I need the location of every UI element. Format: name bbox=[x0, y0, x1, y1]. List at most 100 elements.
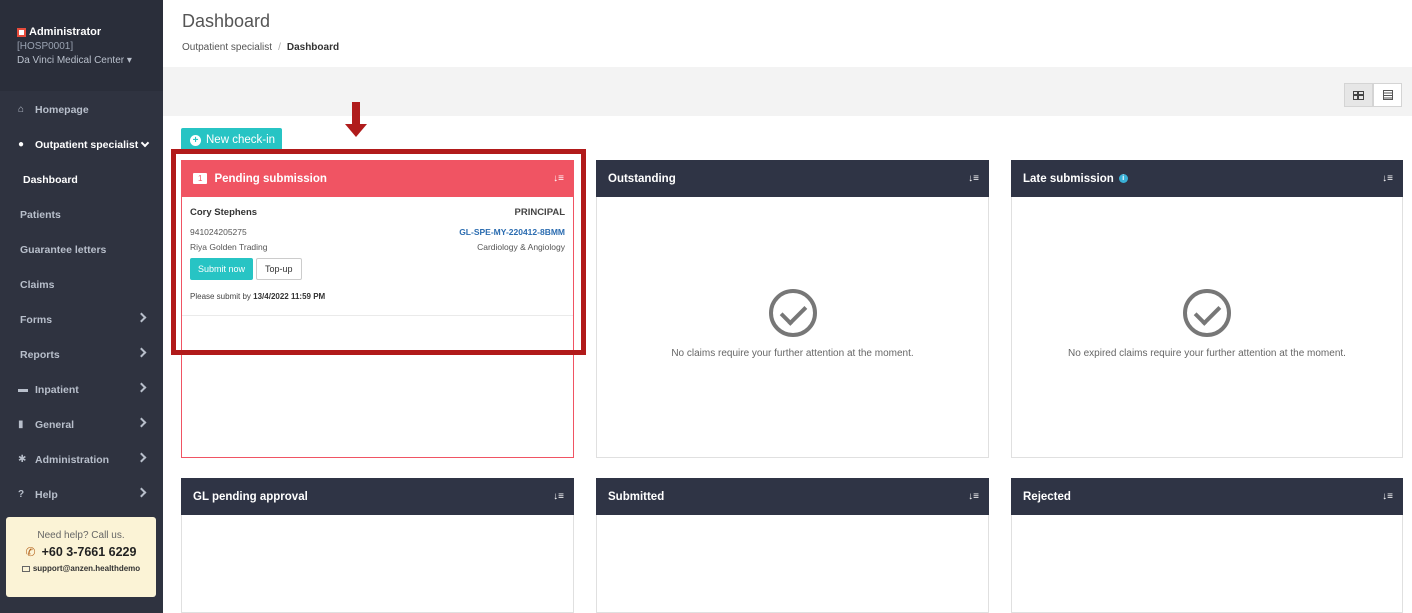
panel-title: Outstanding bbox=[608, 172, 676, 185]
panel-title: Submitted bbox=[608, 490, 665, 503]
sidebar: Administrator [HOSP0001] Da Vinci Medica… bbox=[0, 0, 163, 613]
panel-body: No claims require your further attention… bbox=[596, 197, 989, 458]
count-badge: 1 bbox=[193, 173, 208, 184]
chevron-down-icon bbox=[141, 138, 150, 147]
user-icon: ● bbox=[18, 139, 25, 150]
phone-icon: ✆ bbox=[25, 545, 36, 559]
panel-outstanding: Outstanding ↓≡ No claims require your fu… bbox=[596, 160, 989, 458]
sidebar-item-administration[interactable]: ✱ Administration bbox=[0, 442, 163, 477]
sidebar-item-label: Homepage bbox=[35, 103, 89, 116]
bed-icon: ▬ bbox=[18, 384, 28, 395]
sort-icon[interactable]: ↓≡ bbox=[968, 491, 979, 502]
sidebar-item-label: General bbox=[35, 418, 75, 431]
panel-late-submission: Late submission i ↓≡ No expired claims r… bbox=[1011, 160, 1403, 458]
sidebar-item-guarantee-letters[interactable]: Guarantee letters bbox=[0, 232, 163, 267]
info-icon[interactable]: i bbox=[1118, 174, 1128, 183]
panel-header: Submitted ↓≡ bbox=[596, 478, 989, 515]
department: Cardiology & Angiology bbox=[477, 242, 565, 252]
sidebar-item-label: Administration bbox=[35, 453, 110, 466]
sidebar-item-dashboard[interactable]: Dashboard bbox=[0, 162, 163, 197]
panel-submitted: Submitted ↓≡ bbox=[596, 478, 989, 613]
panel-header: Rejected ↓≡ bbox=[1011, 478, 1403, 515]
panel-gl-pending-approval: GL pending approval ↓≡ bbox=[181, 478, 574, 613]
breadcrumb-current: Dashboard bbox=[286, 42, 340, 53]
sort-icon[interactable]: ↓≡ bbox=[1382, 173, 1393, 184]
sidebar-item-label: Inpatient bbox=[35, 383, 79, 396]
sidebar-item-help[interactable]: ? Help bbox=[0, 477, 163, 512]
sidebar-item-label: Dashboard bbox=[23, 173, 78, 186]
user-role[interactable]: Administrator bbox=[17, 26, 163, 38]
chevron-right-icon bbox=[136, 452, 147, 463]
view-toggle bbox=[1344, 83, 1402, 107]
new-checkin-label: New check-in bbox=[206, 134, 276, 146]
breadcrumb-item[interactable]: Outpatient specialist bbox=[182, 42, 272, 53]
panel-header: GL pending approval ↓≡ bbox=[181, 478, 574, 515]
help-phone[interactable]: ✆ +60 3-7661 6229 bbox=[6, 545, 156, 559]
sort-icon[interactable]: ↓≡ bbox=[1382, 491, 1393, 502]
panel-title: GL pending approval bbox=[193, 490, 308, 503]
claim-card[interactable]: Cory Stephens PRINCIPAL 941024205275 GL-… bbox=[182, 197, 573, 316]
chevron-right-icon bbox=[136, 417, 147, 428]
help-box: Need help? Call us. ✆ +60 3-7661 6229 su… bbox=[6, 517, 156, 597]
panel-title: Rejected bbox=[1023, 490, 1071, 503]
grid-view-button[interactable] bbox=[1344, 83, 1373, 107]
top-up-button[interactable]: Top-up bbox=[256, 258, 302, 280]
submit-now-button[interactable]: Submit now bbox=[190, 258, 254, 280]
submission-deadline: Please submit by 13/4/2022 11:59 PM bbox=[190, 292, 565, 301]
sidebar-item-general[interactable]: ▮ General bbox=[0, 407, 163, 442]
help-title: Need help? Call us. bbox=[37, 530, 125, 541]
envelope-icon bbox=[21, 565, 30, 572]
sidebar-header: Administrator [HOSP0001] Da Vinci Medica… bbox=[0, 0, 163, 91]
chevron-right-icon bbox=[136, 312, 147, 323]
main-content: + New check-in 1 Pending submission ↓≡ C… bbox=[163, 102, 1412, 613]
patient-name: Cory Stephens bbox=[190, 207, 258, 218]
sidebar-item-forms[interactable]: Forms bbox=[0, 302, 163, 337]
sidebar-item-inpatient[interactable]: ▬ Inpatient bbox=[0, 372, 163, 407]
logout-icon[interactable] bbox=[17, 27, 26, 37]
chevron-right-icon bbox=[136, 347, 147, 358]
panel-body bbox=[181, 515, 574, 613]
new-checkin-button[interactable]: + New check-in bbox=[181, 128, 282, 152]
question-icon: ? bbox=[18, 489, 25, 500]
sidebar-item-outpatient-specialist[interactable]: ● Outpatient specialist bbox=[0, 127, 163, 162]
grid-icon bbox=[1353, 90, 1364, 100]
list-icon bbox=[1382, 90, 1393, 100]
plus-circle-icon: + bbox=[190, 134, 201, 146]
breadcrumb-separator: / bbox=[278, 42, 281, 53]
deadline-date: 13/4/2022 11:59 PM bbox=[253, 292, 326, 301]
gear-icon: ✱ bbox=[18, 454, 27, 465]
phone-number: +60 3-7661 6229 bbox=[41, 545, 137, 559]
center-selector[interactable]: Da Vinci Medical Center ▾ bbox=[17, 55, 163, 66]
list-view-button[interactable] bbox=[1373, 83, 1402, 107]
sidebar-item-homepage[interactable]: ⌂ Homepage bbox=[0, 92, 163, 127]
sidebar-item-claims[interactable]: Claims bbox=[0, 267, 163, 302]
sidebar-item-label: Help bbox=[35, 488, 58, 501]
empty-state: No claims require your further attention… bbox=[597, 289, 988, 359]
sidebar-item-label: Guarantee letters bbox=[20, 243, 107, 256]
sort-icon[interactable]: ↓≡ bbox=[553, 491, 564, 502]
chevron-right-icon bbox=[136, 382, 147, 393]
sidebar-item-reports[interactable]: Reports bbox=[0, 337, 163, 372]
panel-header: Late submission i ↓≡ bbox=[1011, 160, 1403, 197]
panel-rejected: Rejected ↓≡ bbox=[1011, 478, 1403, 613]
panel-title: Pending submission bbox=[214, 172, 327, 185]
check-circle-icon bbox=[1183, 289, 1231, 337]
empty-text: No claims require your further attention… bbox=[671, 348, 914, 359]
user-role-label: Administrator bbox=[29, 26, 102, 38]
panel-header: 1 Pending submission ↓≡ bbox=[181, 160, 574, 197]
sort-icon[interactable]: ↓≡ bbox=[553, 173, 564, 184]
patient-id: 941024205275 bbox=[190, 227, 247, 237]
check-circle-icon bbox=[768, 289, 817, 337]
sort-icon[interactable]: ↓≡ bbox=[968, 173, 979, 184]
page-title: Dashboard bbox=[182, 11, 271, 31]
breadcrumb: Outpatient specialist / Dashboard bbox=[182, 42, 1412, 53]
panel-body bbox=[1011, 515, 1403, 613]
member-role: PRINCIPAL bbox=[514, 207, 566, 218]
deadline-prefix: Please submit by bbox=[190, 292, 251, 301]
sidebar-item-label: Forms bbox=[20, 313, 53, 326]
home-icon: ⌂ bbox=[18, 104, 25, 115]
sidebar-item-patients[interactable]: Patients bbox=[0, 197, 163, 232]
help-email[interactable]: support@anzen.healthdemo bbox=[6, 564, 156, 573]
gl-number-link[interactable]: GL-SPE-MY-220412-8BMM bbox=[459, 227, 565, 237]
sidebar-item-label: Reports bbox=[20, 348, 60, 361]
